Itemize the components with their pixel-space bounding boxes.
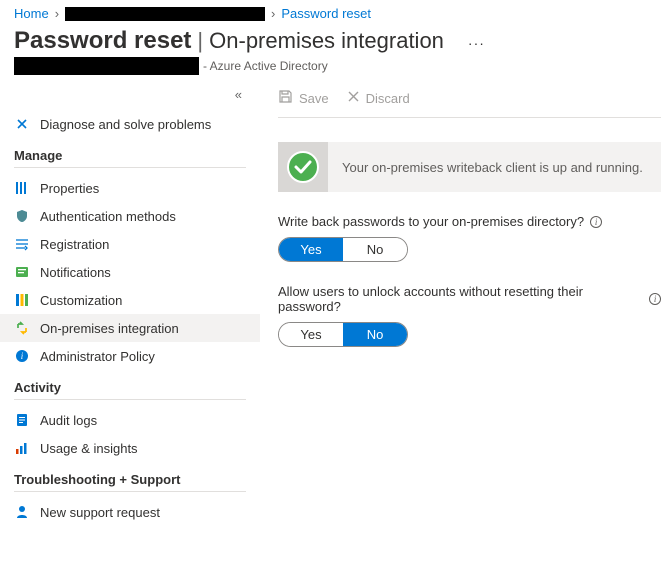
save-label: Save bbox=[299, 91, 329, 106]
title-separator: | bbox=[197, 28, 203, 54]
discard-button[interactable]: Discard bbox=[347, 90, 410, 106]
breadcrumb: Home › › Password reset bbox=[0, 0, 671, 27]
discard-label: Discard bbox=[366, 91, 410, 106]
sidebar-item-auth-methods[interactable]: Authentication methods bbox=[0, 202, 260, 230]
customization-icon bbox=[14, 292, 30, 308]
sidebar-item-label: Usage & insights bbox=[40, 441, 138, 456]
tenant-name-redacted bbox=[14, 57, 199, 75]
sync-icon bbox=[14, 320, 30, 336]
sidebar-item-label: Registration bbox=[40, 237, 109, 252]
chevron-right-icon: › bbox=[271, 6, 275, 21]
sidebar-item-label: Customization bbox=[40, 293, 122, 308]
breadcrumb-redacted bbox=[65, 7, 265, 21]
sidebar-item-customization[interactable]: Customization bbox=[0, 286, 260, 314]
sidebar-item-support[interactable]: New support request bbox=[0, 498, 260, 526]
setting-writeback-label: Write back passwords to your on-premises… bbox=[278, 214, 661, 229]
sidebar-section-activity: Activity bbox=[14, 370, 246, 400]
info-icon: i bbox=[14, 348, 30, 364]
page-subtitle: On-premises integration bbox=[209, 28, 444, 54]
sidebar-item-label: Diagnose and solve problems bbox=[40, 117, 211, 132]
info-icon[interactable]: i bbox=[590, 216, 602, 228]
save-icon bbox=[278, 89, 293, 107]
status-banner: Your on-premises writeback client is up … bbox=[278, 142, 661, 192]
sidebar-item-label: Properties bbox=[40, 181, 99, 196]
sidebar-item-notifications[interactable]: Notifications bbox=[0, 258, 260, 286]
save-button[interactable]: Save bbox=[278, 89, 329, 107]
breadcrumb-home[interactable]: Home bbox=[14, 6, 49, 21]
shield-icon bbox=[14, 208, 30, 224]
sidebar-item-audit-logs[interactable]: Audit logs bbox=[0, 406, 260, 434]
sidebar-item-onprem[interactable]: On-premises integration bbox=[0, 314, 260, 342]
insights-icon bbox=[14, 440, 30, 456]
support-icon bbox=[14, 504, 30, 520]
page-title: Password reset bbox=[14, 27, 191, 55]
sidebar-item-label: Notifications bbox=[40, 265, 111, 280]
discard-icon bbox=[347, 90, 360, 106]
chevron-right-icon: › bbox=[55, 6, 59, 21]
sidebar-section-manage: Manage bbox=[14, 138, 246, 168]
sidebar-item-usage[interactable]: Usage & insights bbox=[0, 434, 260, 462]
unlock-no-option[interactable]: No bbox=[343, 323, 407, 346]
unlock-yes-option[interactable]: Yes bbox=[279, 323, 343, 346]
diagnose-icon bbox=[14, 116, 30, 132]
audit-logs-icon bbox=[14, 412, 30, 428]
writeback-yes-option[interactable]: Yes bbox=[279, 238, 343, 261]
setting-writeback-toggle: Yes No bbox=[278, 237, 408, 262]
sidebar-item-diagnose[interactable]: Diagnose and solve problems bbox=[0, 110, 260, 138]
success-check-icon bbox=[278, 142, 328, 192]
sidebar-item-registration[interactable]: Registration bbox=[0, 230, 260, 258]
sidebar-section-troubleshooting: Troubleshooting + Support bbox=[14, 462, 246, 492]
properties-icon bbox=[14, 180, 30, 196]
sidebar-item-label: Authentication methods bbox=[40, 209, 176, 224]
label-text: Allow users to unlock accounts without r… bbox=[278, 284, 643, 314]
sidebar: « Diagnose and solve problems Manage Pro… bbox=[0, 79, 260, 526]
toolbar: Save Discard bbox=[278, 83, 661, 118]
sidebar-item-admin-policy[interactable]: i Administrator Policy bbox=[0, 342, 260, 370]
registration-icon bbox=[14, 236, 30, 252]
collapse-sidebar-button[interactable]: « bbox=[0, 83, 260, 110]
sidebar-item-label: Audit logs bbox=[40, 413, 97, 428]
status-text: Your on-premises writeback client is up … bbox=[328, 160, 643, 175]
info-icon[interactable]: i bbox=[649, 293, 661, 305]
notifications-icon bbox=[14, 264, 30, 280]
sidebar-item-label: Administrator Policy bbox=[40, 349, 155, 364]
sidebar-item-properties[interactable]: Properties bbox=[0, 174, 260, 202]
setting-unlock-toggle: Yes No bbox=[278, 322, 408, 347]
label-text: Write back passwords to your on-premises… bbox=[278, 214, 584, 229]
writeback-no-option[interactable]: No bbox=[343, 238, 407, 261]
setting-unlock-label: Allow users to unlock accounts without r… bbox=[278, 284, 661, 314]
breadcrumb-current[interactable]: Password reset bbox=[281, 6, 371, 21]
sidebar-item-label: New support request bbox=[40, 505, 160, 520]
sidebar-item-label: On-premises integration bbox=[40, 321, 179, 336]
main-panel: Save Discard Your on-premises writeback … bbox=[260, 79, 671, 526]
tenant-type-label: - Azure Active Directory bbox=[203, 59, 328, 73]
more-actions-button[interactable]: ··· bbox=[468, 35, 485, 51]
page-header: Password reset | On-premises integration… bbox=[0, 27, 671, 79]
